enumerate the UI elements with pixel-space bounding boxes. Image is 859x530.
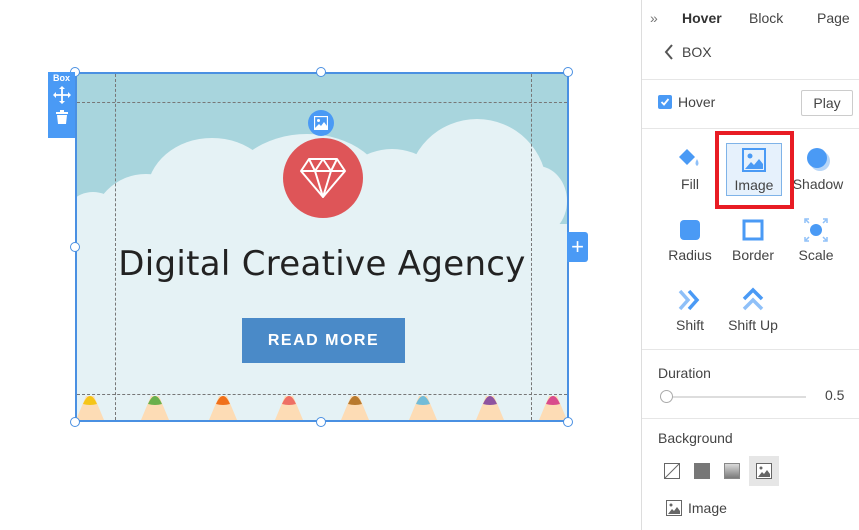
- resize-handle-top-right[interactable]: [563, 67, 573, 77]
- radius-icon: [680, 220, 700, 240]
- properties-panel: » Hover Block Page BOX Hover Play Fill I…: [641, 0, 859, 530]
- pencil-tip: [539, 396, 567, 420]
- duration-value: 0.5: [825, 387, 845, 403]
- change-image-button[interactable]: [308, 110, 334, 136]
- resize-handle-left[interactable]: [70, 242, 80, 252]
- divider: [642, 418, 859, 419]
- shadow-icon: [807, 148, 830, 171]
- image-icon: [756, 463, 772, 479]
- pencil-tip: [409, 396, 437, 420]
- pencil-tip: [141, 396, 169, 420]
- tab-hover[interactable]: Hover: [682, 10, 722, 26]
- shift-up-icon: [742, 287, 764, 311]
- scale-icon: [804, 218, 828, 242]
- option-label: Border: [731, 247, 775, 263]
- headline[interactable]: Digital Creative Agency: [77, 244, 567, 284]
- option-border[interactable]: Border: [721, 217, 785, 263]
- background-none-button[interactable]: [661, 460, 683, 482]
- image-icon: [666, 500, 682, 516]
- duration-slider-thumb[interactable]: [660, 390, 673, 403]
- option-shadow[interactable]: Shadow: [786, 146, 850, 192]
- hover-checkbox[interactable]: Hover: [658, 94, 715, 110]
- option-shift[interactable]: Shift: [658, 287, 722, 333]
- tab-block[interactable]: Block: [749, 10, 783, 26]
- option-label: Shift Up: [728, 317, 778, 333]
- resize-handle-top[interactable]: [316, 67, 326, 77]
- option-label: Radius: [668, 247, 712, 263]
- divider: [642, 79, 859, 80]
- pencil-tip: [476, 396, 504, 420]
- background-image-label: Image: [688, 500, 727, 516]
- diamond-badge: [283, 138, 363, 218]
- trash-icon[interactable]: [55, 109, 69, 125]
- resize-handle-bottom[interactable]: [316, 417, 326, 427]
- play-button[interactable]: Play: [801, 90, 853, 116]
- move-icon[interactable]: [52, 86, 71, 104]
- pencil-tip: [341, 396, 369, 420]
- solid-fill-icon: [694, 463, 710, 479]
- gradient-fill-icon: [724, 463, 740, 479]
- box-label: Box: [52, 73, 70, 83]
- back-button[interactable]: BOX: [664, 44, 712, 60]
- box-toolbar: Box: [48, 72, 75, 138]
- background-image-picker[interactable]: Image: [666, 500, 727, 516]
- padding-guide: [77, 102, 567, 103]
- option-label: Fill: [681, 176, 699, 192]
- background-solid-button[interactable]: [691, 460, 713, 482]
- resize-handle-bottom-right[interactable]: [563, 417, 573, 427]
- diamond-icon: [300, 158, 346, 198]
- shift-icon: [678, 289, 700, 311]
- option-radius[interactable]: Radius: [658, 217, 722, 263]
- divider: [642, 128, 859, 129]
- option-shift-up[interactable]: Shift Up: [721, 287, 785, 333]
- add-block-button[interactable]: +: [567, 232, 588, 262]
- back-label: BOX: [682, 44, 712, 60]
- border-icon: [742, 219, 764, 241]
- option-label: Shift: [675, 317, 704, 333]
- divider: [642, 349, 859, 350]
- option-label: Scale: [798, 247, 834, 263]
- chevron-left-icon: [664, 44, 673, 60]
- option-scale[interactable]: Scale: [784, 217, 848, 263]
- hover-checkbox-label: Hover: [678, 94, 716, 110]
- image-icon: [314, 116, 328, 130]
- pencil-tip: [209, 396, 237, 420]
- read-more-button[interactable]: READ MORE: [242, 318, 405, 363]
- checkbox-checked-icon[interactable]: [658, 95, 672, 109]
- panel-tabs: » Hover Block Page: [642, 0, 859, 36]
- background-gradient-button[interactable]: [721, 460, 743, 482]
- highlight-annotation: [715, 131, 794, 209]
- pencil-tip: [275, 396, 303, 420]
- background-label: Background: [658, 430, 733, 446]
- duration-label: Duration: [658, 365, 711, 381]
- resize-handle-bottom-left[interactable]: [70, 417, 80, 427]
- option-label: Shadow: [792, 176, 844, 192]
- fill-icon: [679, 149, 699, 166]
- pencil-tip: [77, 396, 104, 420]
- editor-canvas: Digital Creative Agency READ MORE Box +: [0, 0, 641, 530]
- no-fill-icon: [664, 463, 680, 479]
- collapse-panel-icon[interactable]: »: [650, 10, 658, 26]
- option-fill[interactable]: Fill: [658, 146, 722, 192]
- tab-page[interactable]: Page: [817, 10, 850, 26]
- duration-slider-track[interactable]: [660, 396, 806, 398]
- background-image-button[interactable]: [749, 456, 779, 486]
